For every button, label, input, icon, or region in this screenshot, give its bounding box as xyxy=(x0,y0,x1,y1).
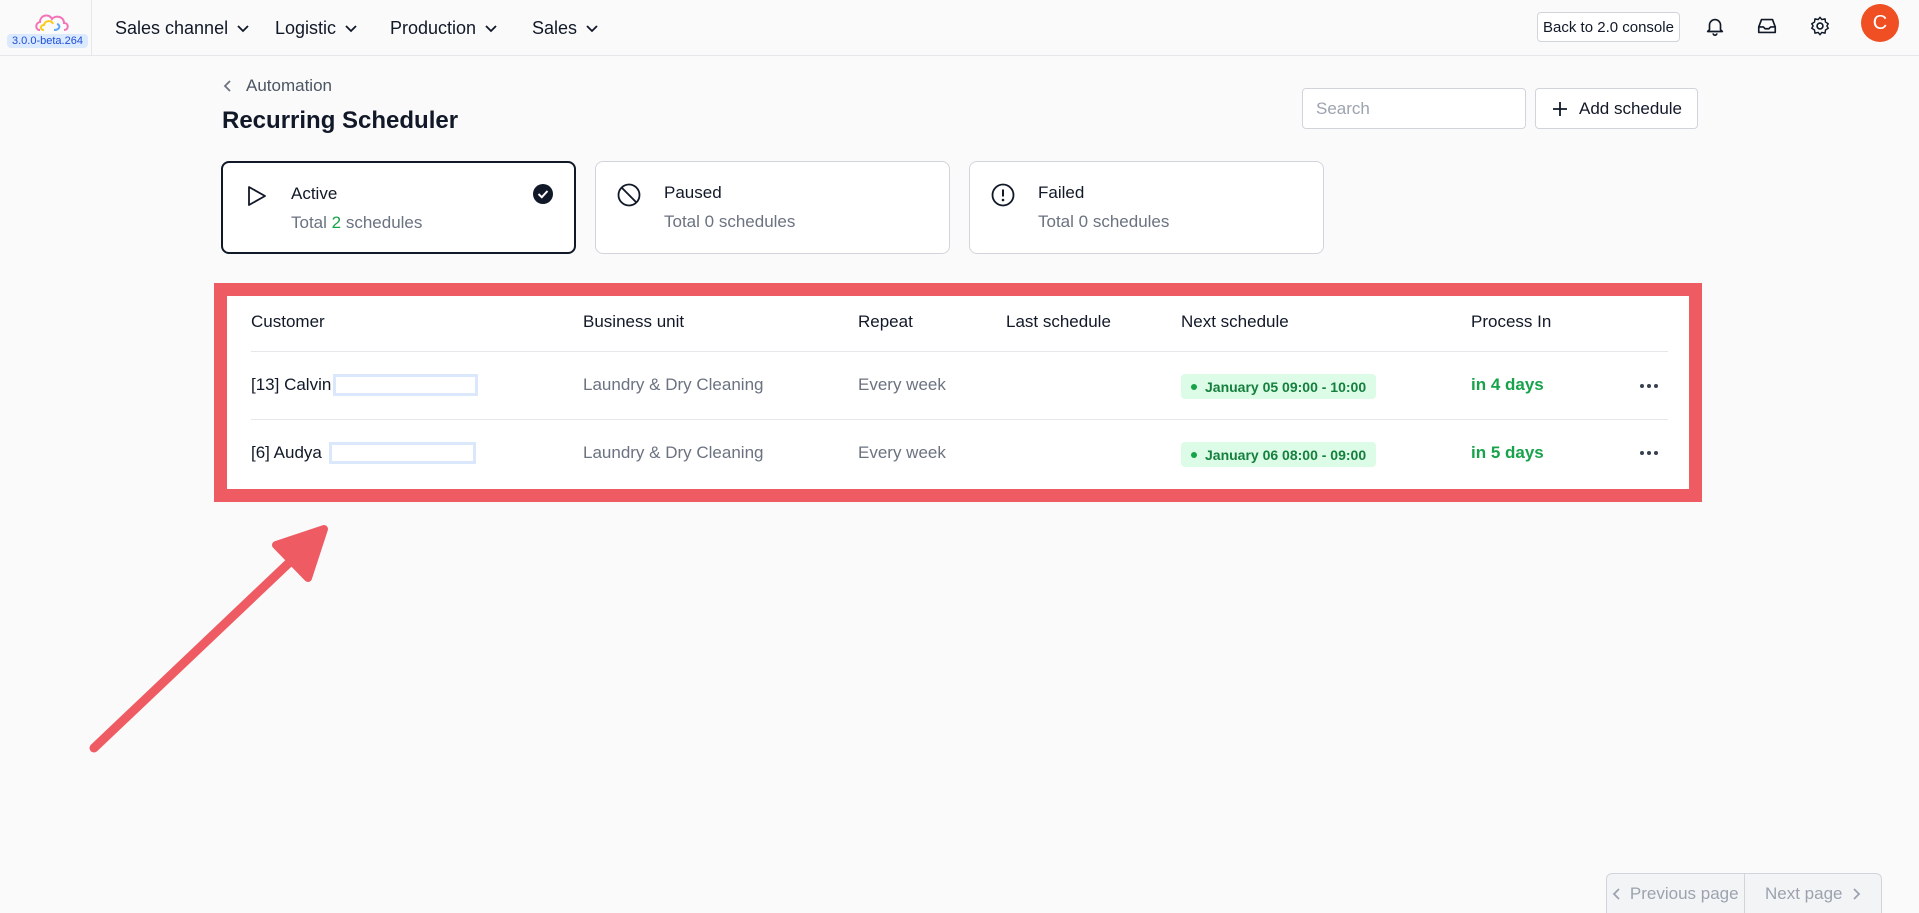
logo-area[interactable]: 3.0.0-beta.264 xyxy=(0,0,92,56)
back-to-console-button[interactable]: Back to 2.0 console xyxy=(1537,12,1680,42)
card-title: Failed xyxy=(1038,183,1085,202)
previous-page-button[interactable]: Previous page xyxy=(1607,874,1744,913)
status-dot xyxy=(1191,451,1197,458)
bell-icon[interactable] xyxy=(1703,14,1727,38)
next-schedule-text: January 06 08:00 - 09:00 xyxy=(1205,446,1367,463)
card-title: Paused xyxy=(664,183,722,202)
card-suffix: schedules xyxy=(1088,212,1170,231)
column-header-business-unit: Business unit xyxy=(583,312,685,331)
plus-icon xyxy=(1552,101,1567,116)
status-card-paused[interactable]: Paused Total 0 schedules xyxy=(595,161,950,254)
cell-repeat: Every week xyxy=(858,375,946,394)
breadcrumb[interactable]: Automation xyxy=(222,76,332,96)
chevron-right-icon xyxy=(1852,887,1860,900)
chevron-left-icon xyxy=(1612,887,1620,900)
search-input[interactable] xyxy=(1302,88,1526,129)
card-prefix: Total xyxy=(1038,212,1079,231)
cell-repeat: Every week xyxy=(858,443,946,462)
card-subtitle: Total 0 schedules xyxy=(1038,212,1169,232)
card-prefix: Total xyxy=(291,213,332,232)
previous-page-label: Previous page xyxy=(1629,883,1739,903)
card-subtitle: Total 2 schedules xyxy=(291,213,422,233)
status-card-failed[interactable]: Failed Total 0 schedules xyxy=(969,161,1324,254)
cell-process-in: in 5 days xyxy=(1471,443,1544,462)
nav-logistic[interactable]: Logistic xyxy=(275,16,358,40)
breadcrumb-label: Automation xyxy=(246,76,332,95)
chevron-down-icon xyxy=(586,25,598,33)
more-options-icon[interactable] xyxy=(1637,374,1661,398)
next-page-button[interactable]: Next page xyxy=(1743,874,1882,913)
nav-label: Logistic xyxy=(275,17,337,38)
user-avatar[interactable]: C xyxy=(1861,4,1899,42)
version-badge: 3.0.0-beta.264 xyxy=(7,34,88,48)
cell-business-unit: Laundry & Dry Cleaning xyxy=(583,375,764,394)
card-suffix: schedules xyxy=(341,213,423,232)
check-circle-icon xyxy=(533,184,553,204)
column-header-last-schedule: Last schedule xyxy=(1006,312,1111,331)
cell-customer: [6] Audya xyxy=(251,443,322,462)
card-count: 0 xyxy=(704,212,715,231)
nav-label: Production xyxy=(390,17,477,38)
redacted-field xyxy=(333,374,478,396)
column-header-customer: Customer xyxy=(251,312,325,331)
cell-business-unit: Laundry & Dry Cleaning xyxy=(583,443,764,462)
ban-icon xyxy=(617,183,641,207)
card-subtitle: Total 0 schedules xyxy=(664,212,795,232)
status-dot xyxy=(1191,383,1197,390)
cell-process-in: in 4 days xyxy=(1471,375,1544,394)
status-card-active[interactable]: Active Total 2 schedules xyxy=(221,161,576,254)
more-options-icon[interactable] xyxy=(1637,441,1661,465)
top-navigation-bar: 3.0.0-beta.264 Sales channel Logistic Pr… xyxy=(0,0,1919,56)
card-count: 2 xyxy=(331,213,342,232)
column-header-process-in: Process In xyxy=(1471,312,1552,331)
cell-customer: [13] Calvin xyxy=(251,375,332,394)
table-divider xyxy=(251,351,1668,352)
card-suffix: schedules xyxy=(714,212,796,231)
nav-label: Sales xyxy=(532,17,578,38)
page-title: Recurring Scheduler xyxy=(222,107,459,134)
nav-label: Sales channel xyxy=(115,17,229,38)
next-page-label: Next page xyxy=(1765,883,1843,903)
add-schedule-button[interactable]: Add schedule xyxy=(1535,88,1698,129)
next-schedule-text: January 05 09:00 - 10:00 xyxy=(1205,378,1367,395)
card-count: 0 xyxy=(1078,212,1089,231)
gear-icon[interactable] xyxy=(1808,14,1832,38)
chevron-down-icon xyxy=(345,25,357,33)
card-title: Active xyxy=(291,184,338,203)
column-header-repeat: Repeat xyxy=(858,312,913,331)
table-divider xyxy=(251,419,1668,420)
nav-production[interactable]: Production xyxy=(390,16,498,40)
chevron-down-icon xyxy=(237,25,249,33)
redacted-field xyxy=(329,442,476,464)
next-schedule-badge: January 05 09:00 - 10:00 xyxy=(1181,374,1377,399)
pagination: Previous page Next page xyxy=(1606,873,1882,913)
nav-sales-channel[interactable]: Sales channel xyxy=(115,16,250,40)
column-header-next-schedule: Next schedule xyxy=(1181,312,1289,331)
cloud-logo-icon xyxy=(35,14,69,31)
next-schedule-badge: January 06 08:00 - 09:00 xyxy=(1181,442,1377,467)
chevron-left-icon xyxy=(223,80,231,92)
play-icon xyxy=(248,186,266,206)
add-schedule-label: Add schedule xyxy=(1578,98,1683,118)
chevron-down-icon xyxy=(485,25,497,33)
inbox-icon[interactable] xyxy=(1755,14,1779,38)
nav-sales[interactable]: Sales xyxy=(532,16,599,40)
alert-circle-icon xyxy=(991,183,1015,207)
card-prefix: Total xyxy=(664,212,705,231)
